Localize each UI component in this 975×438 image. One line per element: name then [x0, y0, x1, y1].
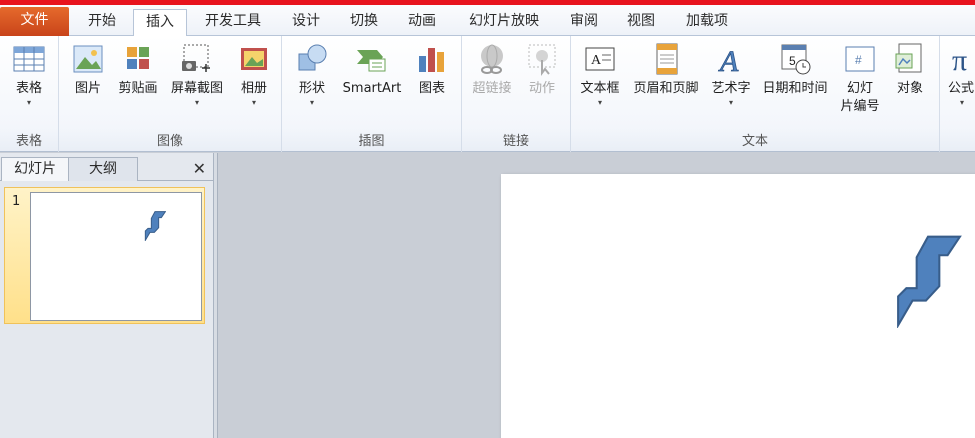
svg-text:#: # [855, 53, 862, 67]
group-label-illustrations: 插图 [358, 134, 385, 149]
chevron-down-icon: ▾ [960, 98, 965, 107]
group-images: 图片 剪贴画 屏幕截图 ▾ 相册 ▾ 图像 [59, 36, 282, 152]
chevron-down-icon: ▾ [194, 98, 199, 107]
chevron-down-icon: ▾ [597, 98, 602, 107]
object-icon [895, 43, 922, 73]
svg-text:5: 5 [789, 54, 796, 68]
slide-thumbnail[interactable] [30, 192, 202, 321]
date-time-button[interactable]: 5 日期和时间 [757, 42, 833, 98]
chevron-down-icon: ▾ [728, 98, 733, 107]
tab-file[interactable]: 文件 [0, 7, 69, 36]
table-button[interactable]: 表格 ▾ [7, 42, 51, 108]
group-label-images: 图像 [156, 134, 183, 149]
wordart-icon: A [718, 45, 740, 76]
tab-view[interactable]: 视图 [614, 9, 668, 36]
chevron-down-icon: ▾ [26, 98, 31, 107]
group-label-links: 链接 [502, 134, 529, 149]
header-footer-button[interactable]: 页眉和页脚 [627, 42, 705, 98]
slide-editing-area [219, 153, 975, 438]
action-button[interactable]: 动作 [520, 42, 564, 98]
slide-number: 1 [12, 194, 21, 209]
group-links: 超链接 动作 链接 [462, 36, 571, 152]
tab-developer[interactable]: 开发工具 [192, 9, 274, 36]
panel-tabs: 幻灯片 大纲 ✕ [0, 157, 214, 181]
slide-number-button[interactable]: # 幻灯 片编号 [837, 42, 883, 116]
slide-number-icon: # [845, 46, 875, 72]
svg-text:A: A [591, 53, 602, 68]
action-icon [528, 44, 556, 76]
clipart-icon [127, 47, 149, 69]
tab-animations[interactable]: 动画 [395, 9, 449, 36]
group-symbols: π 公式 ▾ [940, 36, 975, 152]
tab-addins[interactable]: 加载项 [672, 9, 742, 36]
panel-splitter[interactable] [214, 153, 218, 438]
group-text: A 文本框 ▾ 页眉和页脚 A 艺术字 ▾ 5 日期和时间 # 幻灯 片编号 对… [571, 36, 940, 152]
group-label-tables: 表格 [15, 134, 42, 149]
equation-button[interactable]: π 公式 ▾ [948, 42, 975, 108]
smartart-icon [357, 50, 386, 72]
textbox-button[interactable]: A 文本框 ▾ [577, 42, 623, 108]
step-shape-thumbnail [144, 211, 166, 241]
hyperlink-globe-icon [481, 44, 503, 74]
chevron-down-icon: ▾ [309, 98, 314, 107]
ribbon-insert: 表格 ▾ 表格 图片 剪贴画 屏幕截图 ▾ 相册 ▾ 图像 形状 ▾ Smart… [0, 36, 975, 152]
tab-review[interactable]: 审阅 [557, 9, 611, 36]
screenshot-button[interactable]: 屏幕截图 ▾ [165, 42, 229, 108]
tab-transitions[interactable]: 切换 [337, 9, 391, 36]
chevron-down-icon: ▾ [251, 98, 256, 107]
tab-slideshow[interactable]: 幻灯片放映 [455, 9, 553, 36]
tab-slides[interactable]: 幻灯片 [1, 157, 69, 181]
object-button[interactable]: 对象 [887, 42, 933, 98]
screenshot-icon [182, 44, 210, 72]
header-footer-icon [656, 43, 678, 75]
tab-home[interactable]: 开始 [74, 9, 130, 36]
table-icon [13, 46, 45, 72]
group-tables: 表格 ▾ 表格 [0, 36, 59, 152]
album-button[interactable]: 相册 ▾ [232, 42, 276, 108]
svg-text:π: π [952, 44, 967, 76]
tab-outline[interactable]: 大纲 [68, 157, 138, 181]
step-shape[interactable] [894, 234, 962, 328]
close-icon[interactable]: ✕ [193, 159, 206, 178]
ribbon-tab-bar: 文件 开始 插入 开发工具 设计 切换 动画 幻灯片放映 审阅 视图 加载项 [0, 5, 975, 37]
shapes-button[interactable]: 形状 ▾ [290, 42, 334, 108]
textbox-icon: A [585, 47, 615, 71]
svg-text:A: A [718, 45, 739, 76]
chart-button[interactable]: 图表 [410, 42, 454, 98]
wordart-button[interactable]: A 艺术字 ▾ [707, 42, 755, 108]
picture-icon [73, 45, 103, 73]
slides-panel: 幻灯片 大纲 ✕ 1 [0, 153, 214, 438]
tab-design[interactable]: 设计 [279, 9, 333, 36]
picture-button[interactable]: 图片 [65, 42, 111, 98]
calendar-clock-icon: 5 [781, 44, 811, 75]
clipart-button[interactable]: 剪贴画 [113, 42, 163, 98]
hyperlink-button[interactable]: 超链接 [466, 42, 518, 98]
smartart-button[interactable]: SmartArt [338, 42, 406, 98]
slide-thumbnail-selected[interactable]: 1 [4, 187, 205, 324]
group-label-text: 文本 [741, 134, 768, 149]
group-illustrations: 形状 ▾ SmartArt 图表 插图 [282, 36, 462, 152]
pi-icon: π [952, 44, 967, 76]
tab-insert[interactable]: 插入 [133, 9, 187, 37]
shapes-icon [298, 44, 327, 71]
bar-chart-icon [419, 48, 444, 72]
photo-album-icon [241, 48, 267, 70]
current-slide[interactable] [501, 174, 975, 438]
